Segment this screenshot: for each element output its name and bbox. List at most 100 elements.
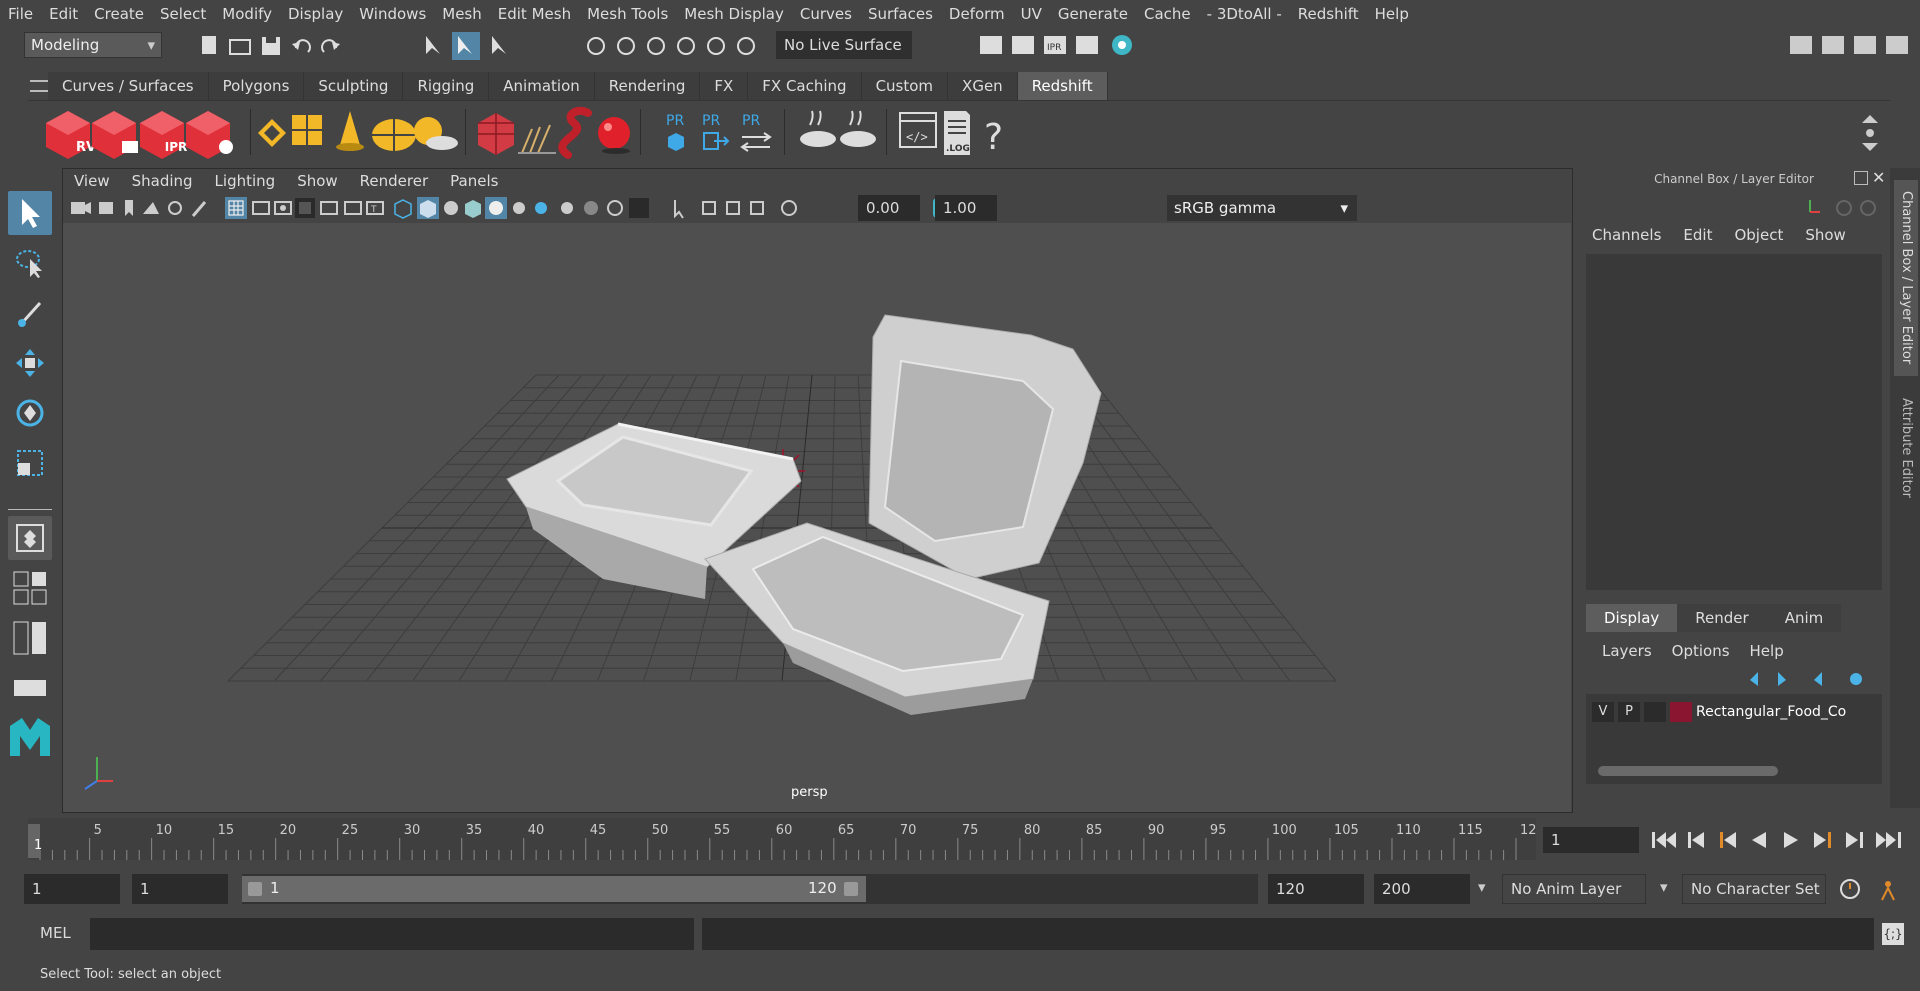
manipulator-icon[interactable] [1809,200,1820,213]
layer-name[interactable]: Rectangular_Food_Co [1696,704,1856,720]
close-icon[interactable]: ✕ [1872,168,1885,187]
new-layer-icon[interactable] [1814,672,1822,686]
cb-menu-object[interactable]: Object [1734,226,1783,244]
vp-menu-renderer[interactable]: Renderer [349,172,439,190]
pr-cube-icon[interactable]: PR [666,113,684,151]
move-layer-up-icon[interactable] [1750,672,1758,686]
range-slider-track[interactable]: 1 120 [242,874,1258,904]
screen-space-ao-icon[interactable] [535,202,547,214]
go-to-end-icon[interactable] [1876,832,1901,848]
isolate-select-icon[interactable] [629,198,649,218]
rs-hair-icon[interactable] [518,124,556,154]
save-scene-icon[interactable] [262,37,280,55]
time-slider[interactable]: 5 10 15 20 25 30 35 40 45 50 55 60 65 70 75 80 85 90 95 100… [28,818,1537,860]
menu-help[interactable]: Help [1367,5,1417,23]
rs-render-clapper-icon[interactable] [92,111,138,159]
mel-input[interactable] [90,918,694,950]
range-slider-left-grip[interactable] [248,882,262,896]
menu-mesh-display[interactable]: Mesh Display [676,5,792,23]
colorspace-dropdown[interactable]: sRGB gamma ▾ [1167,195,1357,221]
gamma-field[interactable]: 1.00 [935,195,997,221]
menu-display[interactable]: Display [280,5,351,23]
resolution-gate-icon[interactable] [274,201,292,215]
menu-select[interactable]: Select [152,5,214,23]
float-panel-icon[interactable] [1854,171,1868,185]
tab-redshift[interactable]: Redshift [1017,72,1108,100]
menu-deform[interactable]: Deform [941,5,1013,23]
wireframe-on-shaded-icon[interactable] [444,201,458,215]
multisample-aa-icon[interactable] [584,201,598,215]
exposure-icon[interactable] [781,200,797,216]
make-live-icon[interactable] [737,37,755,55]
step-back-frame-icon[interactable] [1688,832,1704,848]
layer-playback-toggle[interactable]: P [1618,702,1640,722]
rs-render-view-icon[interactable]: RV [46,111,96,159]
undo-icon[interactable] [292,39,311,53]
play-backwards-icon[interactable] [1752,832,1766,848]
safe-title-icon[interactable]: T [366,201,384,215]
live-surface-field[interactable]: No Live Surface [776,31,912,59]
layer-list-scrollbar[interactable] [1598,766,1778,776]
shelf-menu-icon[interactable] [30,80,48,92]
anim-layer-dropdown[interactable]: No Anim Layer [1502,874,1646,904]
rs-material-ball-icon[interactable] [598,117,630,154]
layer-visibility-toggle[interactable]: V [1592,702,1614,722]
menu-mesh[interactable]: Mesh [434,5,490,23]
range-slider-right-grip[interactable] [844,882,858,896]
vp-menu-panels[interactable]: Panels [439,172,509,190]
tab-rendering[interactable]: Rendering [594,72,701,100]
new-scene-icon[interactable] [202,36,216,54]
scale-tool-icon[interactable] [8,441,52,485]
select-hierarchy-icon[interactable] [426,36,440,54]
scene-end-field[interactable]: 200 [1374,874,1470,904]
menu-generate[interactable]: Generate [1050,5,1136,23]
tab-display[interactable]: Display [1586,604,1678,632]
render-frame-icon[interactable] [1012,36,1034,54]
character-set-dropdown[interactable]: No Character Set [1682,874,1826,904]
frame-all-icon[interactable] [750,201,764,215]
shelf-scroll-arrows[interactable] [1862,115,1878,151]
four-view-layout-icon[interactable] [8,566,52,610]
xray-components-icon[interactable] [726,201,740,215]
shadows-icon[interactable] [513,202,525,214]
cb-menu-channels[interactable]: Channels [1592,226,1661,244]
tab-rigging[interactable]: Rigging [403,72,490,100]
new-layer-from-selected-icon[interactable] [1850,673,1862,685]
paint-select-tool-icon[interactable] [8,291,52,335]
hypershade-icon[interactable] [1112,35,1132,55]
menu-modify[interactable]: Modify [214,5,280,23]
redo-icon[interactable] [321,39,340,53]
vp-menu-view[interactable]: View [63,172,121,190]
safe-action-icon[interactable] [344,201,362,215]
modeling-toolkit-icon[interactable] [1790,36,1812,54]
rs-volume-icon[interactable] [558,106,592,159]
snap-point-icon[interactable] [647,37,665,55]
menu-uv[interactable]: UV [1013,5,1050,23]
vp-menu-shading[interactable]: Shading [121,172,204,190]
rs-portal-light-icon[interactable] [292,115,322,145]
playback-end-field[interactable]: 120 [1268,874,1364,904]
side-tab-attribute-editor[interactable]: Attribute Editor [1894,388,1918,508]
hyper-icon[interactable] [1860,200,1876,216]
render-settings-icon[interactable] [980,36,1002,54]
use-all-lights-icon[interactable] [489,201,503,215]
select-component-icon[interactable] [492,36,506,54]
wireframe-icon[interactable] [394,199,412,219]
layer-reference-toggle[interactable] [1644,702,1666,722]
le-menu-options[interactable]: Options [1672,642,1730,660]
snap-surface-icon[interactable] [707,37,725,55]
xray-joints-icon[interactable] [702,201,716,215]
camera-attributes-icon[interactable] [99,202,113,214]
open-scene-icon[interactable] [229,39,251,55]
menu-edit[interactable]: Edit [41,5,86,23]
workspace-dropdown[interactable]: Modeling ▾ [24,32,162,58]
side-tab-channel-box[interactable]: Channel Box / Layer Editor [1894,180,1918,376]
menu-curves[interactable]: Curves [792,5,860,23]
step-back-key-icon[interactable] [1720,832,1736,848]
select-tool-icon[interactable] [8,191,52,235]
move-tool-icon[interactable] [8,341,52,385]
motion-blur-icon[interactable] [561,202,573,214]
range-slider-handle[interactable] [242,876,866,902]
rs-ipr-icon[interactable]: IPR [140,111,187,159]
play-forwards-icon[interactable] [1784,832,1798,848]
